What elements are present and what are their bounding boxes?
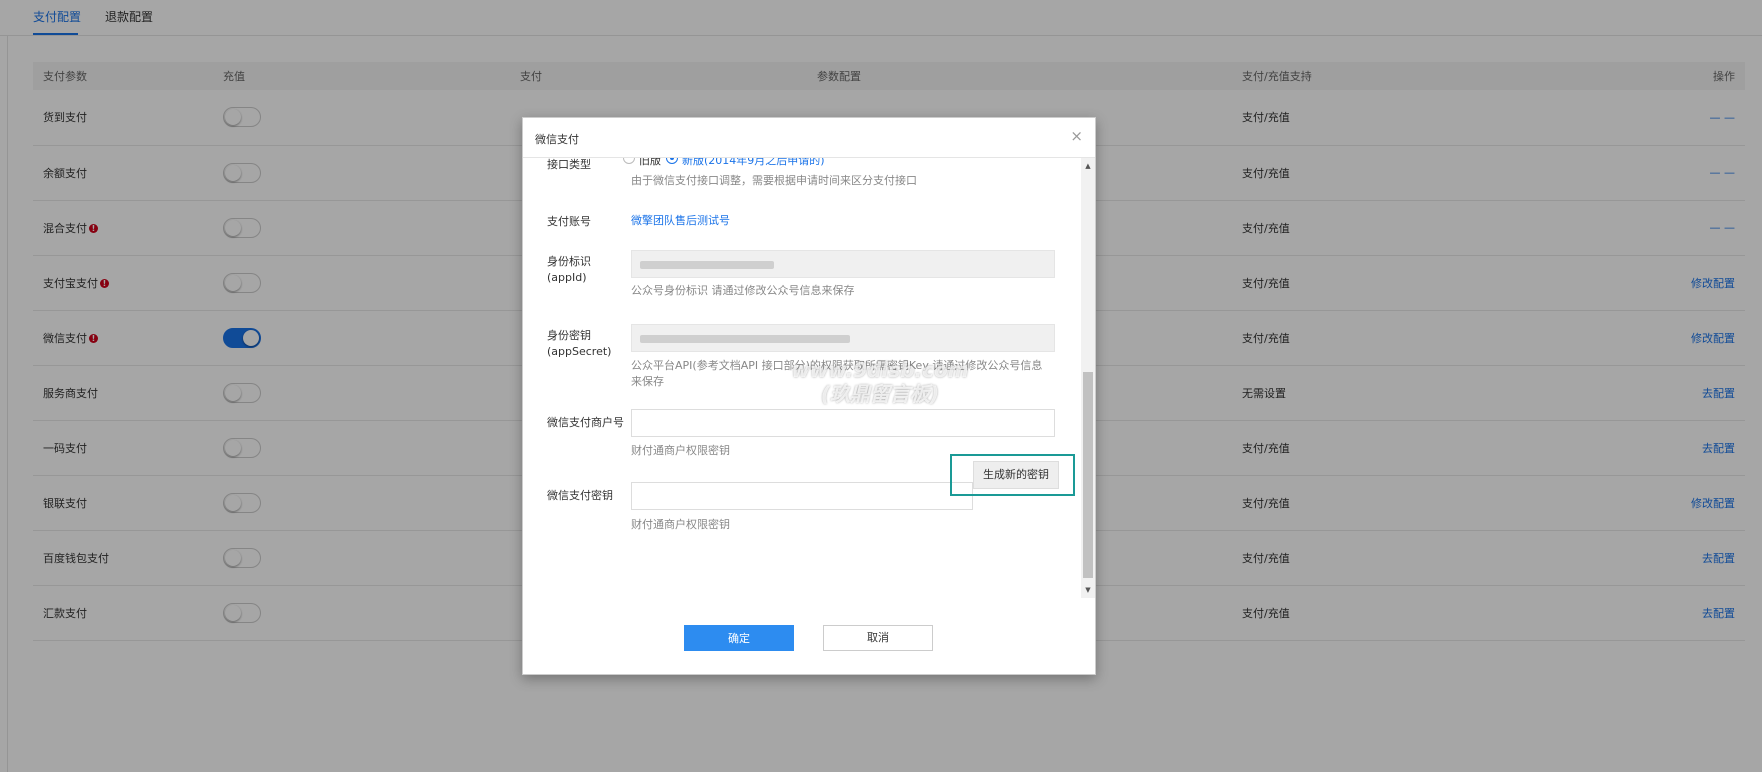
option-old-label: 旧版 [639,158,661,167]
appid-sublabel: (appId) [547,271,587,284]
radio-old-version[interactable] [623,158,635,164]
appsecret-field [631,324,1055,352]
appid-hint: 公众号身份标识 请通过修改公众号信息来保存 [631,284,855,297]
pay-account-label: 支付账号 [547,215,591,228]
appid-field [631,250,1055,278]
paykey-input[interactable] [631,482,973,510]
scroll-thumb[interactable] [1083,372,1093,578]
appid-label: 身份标识 [547,255,591,268]
mchid-label: 微信支付商户号 [547,416,624,429]
blurred-appid [640,261,774,269]
radio-new-version[interactable] [666,158,678,164]
paykey-hint: 财付通商户权限密钥 [631,518,730,531]
confirm-button[interactable]: 确定 [684,625,794,651]
scroll-up-icon[interactable]: ▲ [1081,162,1095,170]
close-icon[interactable]: × [1070,127,1083,145]
generate-key-button[interactable]: 生成新的密钥 [973,461,1059,489]
appsecret-hint-cont: 来保存 [631,375,664,388]
pay-account-value[interactable]: 微擎团队售后测试号 [631,212,730,228]
interface-type-hint: 由于微信支付接口调整，需要根据申请时间来区分支付接口 [631,174,917,187]
option-new-label: 新版(2014年9月之后申请的) [682,158,825,167]
paykey-label: 微信支付密钥 [547,489,613,502]
dialog-scrollbar[interactable]: ▲ ▼ [1081,158,1095,598]
wechat-pay-dialog: 微信支付 × 旧版 新版(2014年9月之后申请的) 接口类型 由于微信支付接口… [522,117,1096,675]
blurred-appsecret [640,335,850,343]
mchid-input[interactable] [631,409,1055,437]
dialog-header: 微信支付 × [523,118,1095,158]
appsecret-sublabel: (appSecret) [547,345,612,358]
cancel-button[interactable]: 取消 [823,625,933,651]
interface-type-label: 接口类型 [547,158,591,171]
dialog-title: 微信支付 [535,133,579,146]
scroll-down-icon[interactable]: ▼ [1081,586,1095,594]
mchid-hint: 财付通商户权限密钥 [631,444,730,457]
watermark: www.9dlsb.com (玖鼎留言板) [791,358,969,406]
appsecret-label: 身份密钥 [547,329,591,342]
dialog-body: 旧版 新版(2014年9月之后申请的) 接口类型 由于微信支付接口调整，需要根据… [523,158,1095,598]
